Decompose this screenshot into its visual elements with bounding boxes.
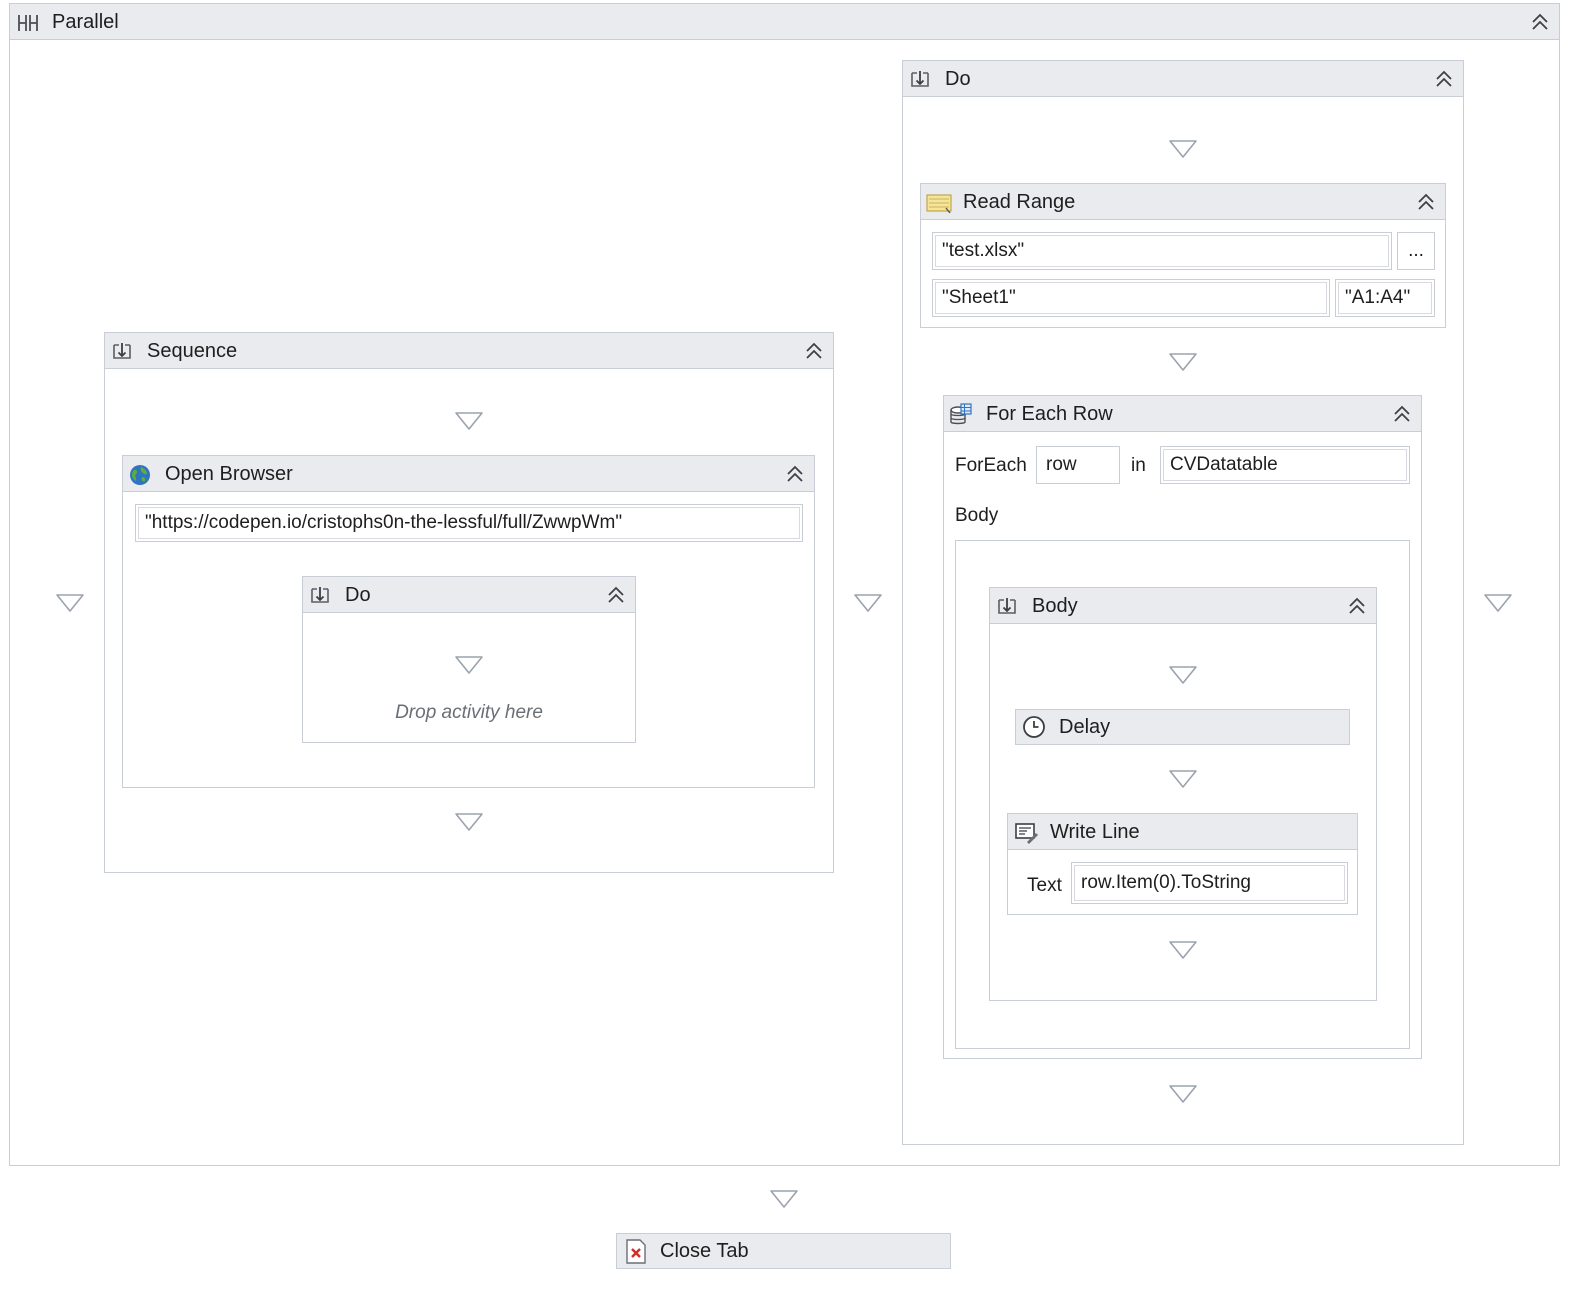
body-sequence-header[interactable]: Body: [990, 588, 1376, 624]
close-tab-icon: [626, 1239, 646, 1264]
globe-icon: [130, 465, 150, 485]
drop-target-triangle-icon[interactable]: [1168, 769, 1198, 789]
drop-target-triangle-icon[interactable]: [853, 593, 883, 613]
text-label: Text: [1027, 875, 1062, 896]
collapse-chevron-icon[interactable]: [803, 340, 825, 362]
body-sequence-title: Body: [1032, 595, 1078, 617]
collapse-chevron-icon[interactable]: [1529, 11, 1551, 33]
drop-activity-placeholder: Drop activity here: [395, 702, 543, 723]
write-line-icon: [1015, 823, 1038, 844]
write-line-header[interactable]: Write Line: [1008, 814, 1357, 850]
collapse-chevron-icon[interactable]: [784, 463, 806, 485]
foreach-label: ForEach: [955, 455, 1027, 476]
collapse-chevron-icon[interactable]: [1391, 403, 1413, 425]
drop-target-triangle-icon[interactable]: [1168, 352, 1198, 372]
body-label: Body: [955, 505, 999, 526]
drop-target-triangle-icon[interactable]: [1168, 665, 1198, 685]
drop-target-triangle-icon[interactable]: [454, 411, 484, 431]
delay-title: Delay: [1059, 716, 1111, 738]
close-tab-activity[interactable]: Close Tab: [616, 1233, 951, 1269]
drop-target-triangle-icon[interactable]: [1168, 940, 1198, 960]
sequence-icon: [110, 340, 134, 364]
write-line-title: Write Line: [1050, 821, 1140, 843]
collapse-chevron-icon[interactable]: [605, 584, 627, 606]
in-label: in: [1131, 455, 1146, 476]
sequence-icon: [308, 584, 332, 608]
parallel-icon: [18, 15, 38, 31]
item-variable-input[interactable]: row: [1036, 446, 1120, 484]
for-each-row-icon: [950, 403, 972, 425]
parallel-title: Parallel: [52, 11, 119, 33]
collapse-chevron-icon[interactable]: [1415, 191, 1437, 213]
drop-target-triangle-icon[interactable]: [454, 812, 484, 832]
range-value: "A1:A4": [1345, 287, 1411, 308]
collapse-chevron-icon[interactable]: [1433, 68, 1455, 90]
read-range-header[interactable]: Read Range: [921, 184, 1445, 220]
workbook-path-value: "test.xlsx": [942, 240, 1025, 261]
item-variable-value: row: [1046, 454, 1077, 475]
drop-target-triangle-icon[interactable]: [1168, 139, 1198, 159]
sequence-icon: [908, 68, 932, 92]
read-range-title: Read Range: [963, 191, 1076, 213]
collection-value: CVDatatable: [1170, 454, 1278, 475]
sheet-name-input[interactable]: "Sheet1": [932, 279, 1330, 317]
right-do-title: Do: [945, 68, 971, 90]
browse-button[interactable]: ...: [1397, 232, 1435, 270]
excel-read-range-icon: [926, 194, 952, 214]
delay-activity[interactable]: Delay: [1015, 709, 1350, 745]
collapse-chevron-icon[interactable]: [1346, 595, 1368, 617]
close-tab-title: Close Tab: [660, 1240, 749, 1262]
for-each-row-header[interactable]: For Each Row: [944, 396, 1421, 432]
sequence-header[interactable]: Sequence: [105, 333, 833, 369]
sequence-title: Sequence: [147, 340, 238, 362]
drop-target-triangle-icon[interactable]: [1168, 1084, 1198, 1104]
url-input[interactable]: "https://codepen.io/cristophs0n-the-less…: [135, 504, 803, 542]
drop-target-triangle-icon[interactable]: [769, 1189, 799, 1209]
right-do-header[interactable]: Do: [903, 61, 1463, 97]
open-browser-title: Open Browser: [165, 463, 293, 485]
workbook-path-input[interactable]: "test.xlsx": [932, 232, 1392, 270]
open-browser-header[interactable]: Open Browser: [123, 456, 814, 492]
browse-button-label: ...: [1408, 240, 1424, 261]
range-input[interactable]: "A1:A4": [1335, 279, 1435, 317]
collection-input[interactable]: CVDatatable: [1160, 446, 1410, 484]
text-value: row.Item(0).ToString: [1081, 872, 1251, 893]
sequence-icon: [995, 595, 1019, 619]
write-line-activity[interactable]: Write Line Text row.Item(0).ToString: [1007, 813, 1358, 915]
read-range-activity[interactable]: Read Range "test.xlsx" ... "Sheet1" "A1:…: [920, 183, 1446, 328]
clock-icon: [1023, 716, 1045, 738]
text-input[interactable]: row.Item(0).ToString: [1071, 862, 1348, 904]
sheet-name-value: "Sheet1": [942, 287, 1016, 308]
drop-target-triangle-icon[interactable]: [1483, 593, 1513, 613]
drop-target-triangle-icon[interactable]: [55, 593, 85, 613]
url-value: "https://codepen.io/cristophs0n-the-less…: [145, 512, 623, 533]
parallel-header[interactable]: Parallel: [10, 4, 1559, 40]
inner-do-header[interactable]: Do: [303, 577, 635, 613]
inner-do-title: Do: [345, 584, 371, 606]
body-sequence-activity[interactable]: Body: [989, 587, 1377, 1001]
for-each-row-title: For Each Row: [986, 403, 1113, 425]
drop-target-triangle-icon[interactable]: [454, 655, 484, 675]
